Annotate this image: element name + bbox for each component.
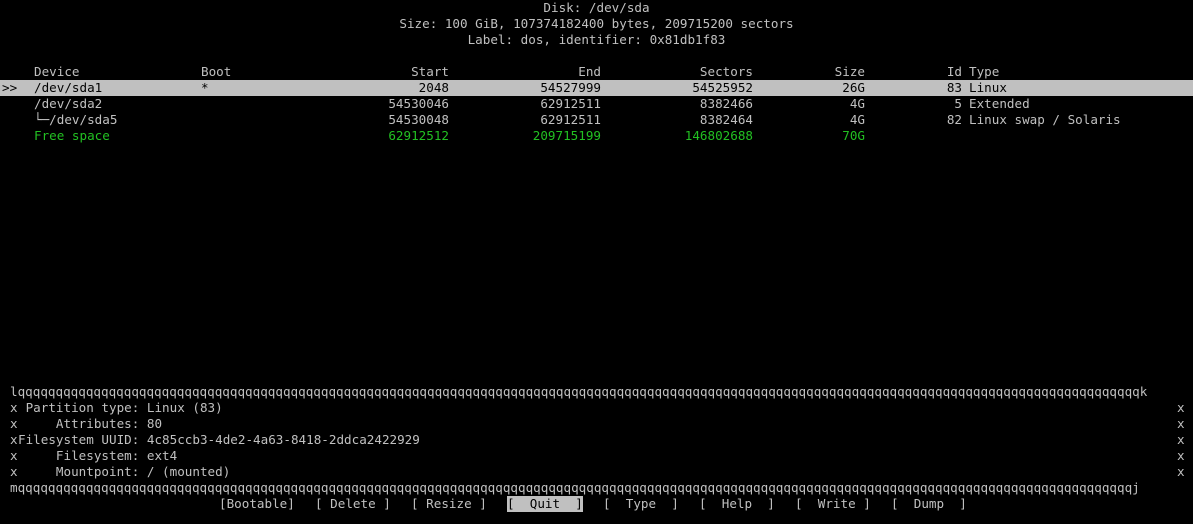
dump-button[interactable]: [ Dump ] [891,496,967,512]
info-partition-type: x Partition type: Linux (83) x [0,400,1193,416]
help-button[interactable]: [ Help ] [699,496,775,512]
disk-size: Size: 100 GiB, 107374182400 bytes, 20971… [399,16,794,31]
info-box-side: x [10,432,18,447]
table-header: Device Boot Start End Sectors Size Id Ty… [0,64,1193,80]
table-row[interactable]: >> /dev/sda1 * 2048 54527999 54525952 26… [0,80,1193,96]
end-cell: 209715199 [532,128,601,143]
device-cell: Free space [34,128,110,143]
table-row[interactable]: /dev/sda2 54530046 62912511 8382466 4G 5… [0,96,1193,112]
info-box-side: x [1177,416,1185,431]
info-text: Attributes: 80 [18,416,163,431]
end-cell: 62912511 [540,96,601,111]
table-row-free-space[interactable]: Free space 62912512 209715199 146802688 … [0,128,1193,144]
sectors-cell: 8382466 [699,96,753,111]
type-cell: Linux swap / Solaris [969,112,1121,127]
start-cell: 62912512 [388,128,449,143]
info-box-side: x [1177,464,1185,479]
info-text: Mountpoint: / (mounted) [18,464,231,479]
info-box-side: x [10,400,18,415]
column-start: Start [411,64,449,79]
table-row[interactable]: └─/dev/sda5 54530048 62912511 8382464 4G… [0,112,1193,128]
info-text: Filesystem UUID: 4c85ccb3-4de2-4a63-8418… [18,432,420,447]
column-sectors: Sectors [699,64,753,79]
resize-button[interactable]: [ Resize ] [411,496,487,512]
id-cell: 82 [946,112,962,127]
sectors-cell: 54525952 [692,80,753,95]
info-box-bottom-border: mqqqqqqqqqqqqqqqqqqqqqqqqqqqqqqqqqqqqqqq… [10,480,1140,495]
size-cell: 70G [842,128,865,143]
action-menu: [Bootable] [ Delete ] [ Resize ] [ Quit … [0,496,1193,512]
column-boot: Boot [201,64,232,79]
device-cell: └─/dev/sda5 [34,112,118,127]
column-size: Size [834,64,865,79]
bootable-button[interactable]: [Bootable] [219,496,295,512]
quit-button[interactable]: [ Quit ] [507,496,583,512]
id-cell: 83 [946,80,962,95]
info-box-side: x [1177,432,1185,447]
info-filesystem: x Filesystem: ext4 x [0,448,1193,464]
info-box-side: x [10,416,18,431]
size-cell: 26G [842,80,865,95]
column-id: Id [946,64,962,79]
boot-cell: * [201,80,209,95]
size-cell: 4G [849,112,865,127]
info-filesystem-uuid: x Filesystem UUID: 4c85ccb3-4de2-4a63-84… [0,432,1193,448]
id-cell: 5 [954,96,962,111]
info-box-top-border: lqqqqqqqqqqqqqqqqqqqqqqqqqqqqqqqqqqqqqqq… [10,384,1148,399]
disk-label: Label: dos, identifier: 0x81db1f83 [467,32,726,47]
info-text: Filesystem: ext4 [18,448,178,463]
info-box-side: x [1177,400,1185,415]
end-cell: 54527999 [540,80,601,95]
sectors-cell: 8382464 [699,112,753,127]
info-mountpoint: x Mountpoint: / (mounted) x [0,464,1193,480]
write-button[interactable]: [ Write ] [795,496,871,512]
start-cell: 54530046 [388,96,449,111]
type-button[interactable]: [ Type ] [603,496,679,512]
type-cell: Extended [969,96,1030,111]
device-cell: /dev/sda2 [34,96,103,111]
start-cell: 2048 [418,80,449,95]
start-cell: 54530048 [388,112,449,127]
column-end: End [578,64,601,79]
column-device: Device [34,64,80,79]
delete-button[interactable]: [ Delete ] [315,496,391,512]
info-attributes: x Attributes: 80 x [0,416,1193,432]
size-cell: 4G [849,96,865,111]
end-cell: 62912511 [540,112,601,127]
type-cell: Linux [969,80,1007,95]
info-text: Partition type: Linux (83) [18,400,223,415]
column-type: Type [969,64,1000,79]
info-box-side: x [1177,448,1185,463]
info-box-side: x [10,448,18,463]
disk-title: Disk: /dev/sda [543,0,650,15]
selection-indicator: >> [2,80,18,95]
device-cell: /dev/sda1 [34,80,103,95]
sectors-cell: 146802688 [684,128,753,143]
info-box-side: x [10,464,18,479]
